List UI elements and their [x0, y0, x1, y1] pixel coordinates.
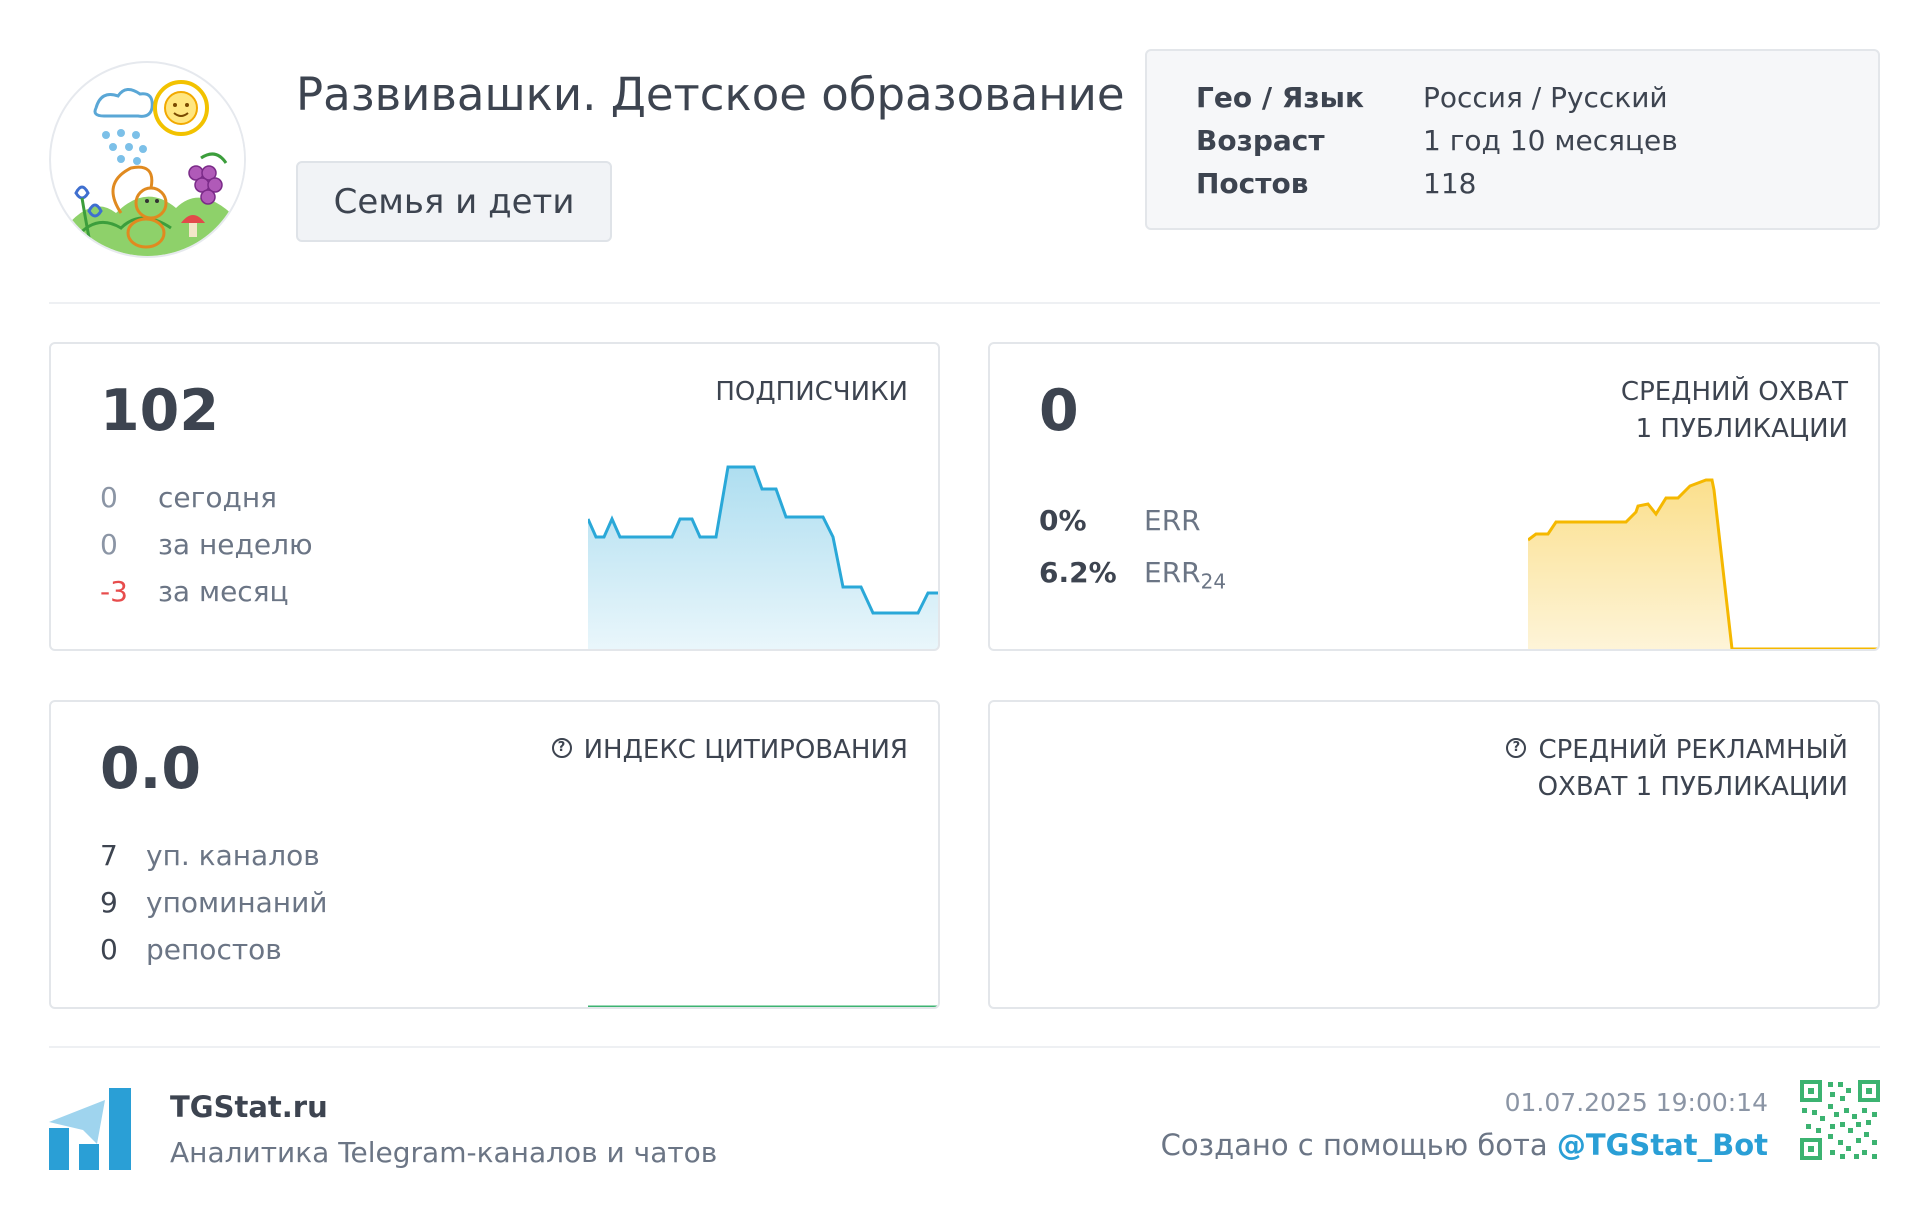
ad-reach-label-line1: ? СРЕДНИЙ РЕКЛАМНЫЙ	[1506, 732, 1848, 769]
stat-text: уп. каналов	[146, 839, 320, 872]
citation-sparkline	[588, 1005, 938, 1007]
channel-info-card: Гео / Язык Россия / Русский Возраст 1 год …	[1145, 49, 1880, 230]
info-value: Россия / Русский	[1423, 81, 1668, 114]
citation-label: ? ИНДЕКС ЦИТИРОВАНИЯ	[551, 732, 908, 769]
info-key: Гео / Язык	[1196, 81, 1364, 114]
err24-label: ERR	[1144, 556, 1201, 589]
stat-text: упоминаний	[146, 886, 328, 919]
stat-text: за неделю	[158, 528, 313, 561]
stat-number: 0	[100, 933, 118, 966]
info-key: Возраст	[1196, 124, 1325, 157]
citation-stat-reposts: 0 репостов	[100, 933, 282, 966]
citation-label-text: ИНДЕКС ЦИТИРОВАНИЯ	[583, 735, 908, 765]
created-text: Создано с помощью бота	[1160, 1128, 1548, 1162]
stat-number: 7	[100, 839, 118, 872]
citation-card: 0.0 ? ИНДЕКС ЦИТИРОВАНИЯ 7 уп. каналов 9 уп…	[49, 700, 940, 1009]
err-row: 0% ERR	[1039, 504, 1201, 537]
info-row-posts: Постов 118	[1196, 167, 1476, 200]
err24-subscript: 24	[1200, 569, 1227, 594]
subscribers-stat-month: -3 за месяц	[100, 575, 289, 608]
header-divider	[49, 302, 1880, 304]
info-value: 118	[1423, 167, 1477, 200]
citation-stat-mentions: 9 упоминаний	[100, 886, 328, 919]
stat-text: репостов	[146, 933, 282, 966]
report-timestamp: 01.07.2025 19:00:14	[1504, 1088, 1768, 1117]
citation-index-value: 0.0	[100, 736, 201, 802]
subscribers-stat-week: 0 за неделю	[100, 528, 313, 561]
reach-card: 0 СРЕДНИЙ ОХВАТ 1 ПУБЛИКАЦИИ 0% ERR 6.2% E…	[988, 342, 1880, 651]
channel-logo-illustration	[53, 65, 244, 256]
err24-value: 6.2%	[1039, 556, 1117, 589]
tgstat-logo-icon	[49, 1088, 131, 1170]
category-button[interactable]: Семья и дети	[296, 161, 612, 242]
help-icon[interactable]: ?	[551, 737, 572, 758]
footer-brand[interactable]: TGStat.ru	[170, 1090, 328, 1124]
ad-reach-label-line1-text: СРЕДНИЙ РЕКЛАМНЫЙ	[1538, 735, 1848, 765]
footer-created-by: Создано с помощью бота @TGStat_Bot	[1161, 1128, 1768, 1162]
stat-number: 0	[100, 481, 118, 514]
info-key: Постов	[1196, 167, 1309, 200]
channel-title: Развивашки. Детское образование	[296, 68, 1125, 121]
footer-divider	[49, 1046, 1880, 1048]
stat-number: 0	[100, 528, 118, 561]
err-value: 0%	[1039, 504, 1087, 537]
subscribers-card: 102 ПОДПИСЧИКИ 0 сегодня 0 за неделю -3 за …	[49, 342, 940, 651]
subscribers-sparkline	[588, 465, 938, 649]
ad-reach-card: ? СРЕДНИЙ РЕКЛАМНЫЙ ОХВАТ 1 ПУБЛИКАЦИИ	[988, 700, 1880, 1009]
stat-text: сегодня	[158, 481, 277, 514]
footer-tagline: Аналитика Telegram-каналов и чатов	[170, 1136, 718, 1169]
subscribers-label: ПОДПИСЧИКИ	[715, 377, 908, 407]
stat-number: 9	[100, 886, 118, 919]
help-icon[interactable]: ?	[1506, 737, 1527, 758]
ad-reach-label: ? СРЕДНИЙ РЕКЛАМНЫЙ ОХВАТ 1 ПУБЛИКАЦИИ	[1506, 732, 1848, 806]
info-row-age: Возраст 1 год 10 месяцев	[1196, 124, 1678, 157]
reach-label-line1: СРЕДНИЙ ОХВАТ	[1620, 377, 1848, 407]
qr-code-icon	[1800, 1080, 1880, 1160]
subscribers-stat-today: 0 сегодня	[100, 481, 277, 514]
stat-number: -3	[100, 575, 128, 608]
reach-label: СРЕДНИЙ ОХВАТ 1 ПУБЛИКАЦИИ	[1621, 374, 1848, 448]
err-label: ERR	[1144, 504, 1201, 537]
citation-stat-channels: 7 уп. каналов	[100, 839, 320, 872]
reach-label-line2: 1 ПУБЛИКАЦИИ	[1635, 414, 1848, 444]
info-row-geo: Гео / Язык Россия / Русский	[1196, 81, 1668, 114]
err24-row: 6.2% ERR24	[1039, 556, 1226, 594]
info-value: 1 год 10 месяцев	[1423, 124, 1678, 157]
subscribers-count: 102	[100, 378, 219, 444]
bot-link[interactable]: @TGStat_Bot	[1557, 1128, 1768, 1162]
channel-avatar	[49, 61, 246, 258]
stat-text: за месяц	[158, 575, 289, 608]
reach-count: 0	[1039, 378, 1079, 444]
ad-reach-label-line2: ОХВАТ 1 ПУБЛИКАЦИИ	[1537, 772, 1848, 802]
reach-sparkline	[1528, 478, 1878, 649]
